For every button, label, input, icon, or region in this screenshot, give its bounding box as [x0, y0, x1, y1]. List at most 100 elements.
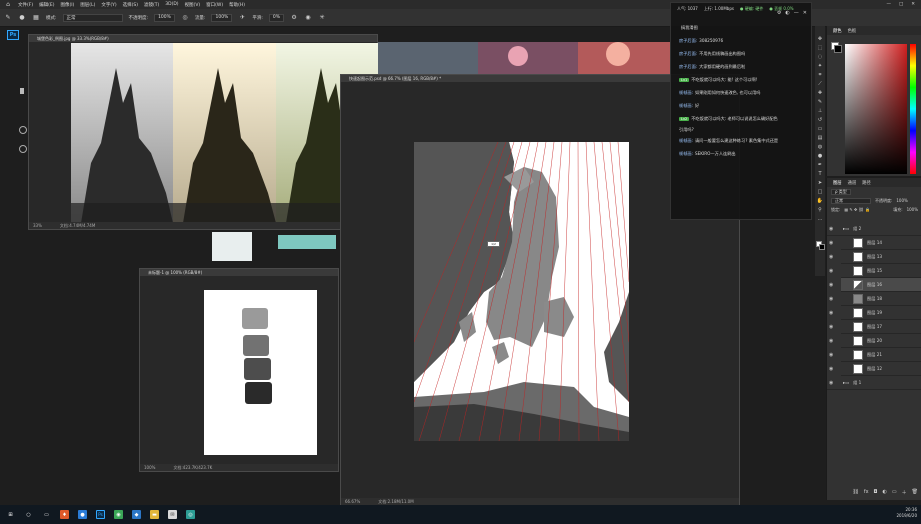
tab-layers[interactable]: 图层 — [833, 180, 842, 186]
flow-field[interactable]: 100% — [211, 13, 233, 22]
layer-row[interactable]: ◉ 图层 19 — [829, 306, 921, 320]
folder-icon[interactable]: ▬ — [150, 510, 159, 519]
tool-circle-icon[interactable] — [19, 126, 27, 134]
app-icon[interactable]: ● — [78, 510, 87, 519]
swatch-canvas[interactable] — [204, 290, 317, 455]
fill-value[interactable]: 100% — [907, 207, 921, 212]
settings-icon[interactable]: ⚙ — [777, 10, 781, 16]
brush-preset-icon[interactable]: ● — [18, 14, 26, 22]
link-layers-icon[interactable]: ⛓ — [852, 489, 858, 496]
blend-mode-select[interactable]: 正常 — [831, 197, 871, 204]
layer-row[interactable]: ◉ 图层 18 — [829, 292, 921, 306]
pressure-opacity-icon[interactable]: ◎ — [181, 14, 189, 22]
layer-row[interactable]: ◉ 图层 21 — [829, 348, 921, 362]
layer-row[interactable]: ◉ 图层 13 — [829, 250, 921, 264]
menu-help[interactable]: 帮助(H) — [229, 2, 245, 8]
app-icon[interactable]: ✉ — [168, 510, 177, 519]
photoshop-home-icon[interactable]: ⌂ — [4, 1, 12, 9]
opacity-field[interactable]: 100% — [154, 13, 175, 22]
menu-image[interactable]: 图像(I) — [60, 2, 74, 8]
app-icon[interactable]: ♦ — [60, 510, 69, 519]
stamp-tool-icon[interactable]: ⊥ — [818, 108, 822, 114]
move-tool-icon[interactable]: ✥ — [818, 36, 822, 42]
hue-slider[interactable] — [910, 44, 916, 174]
reference-document-window[interactable]: 城堡色彩_例图.jpg @ 33.3%(RGB/8#) 33% 文档:4.74M… — [28, 34, 378, 230]
doc-zoom[interactable]: 33% — [33, 223, 42, 228]
adjustment-icon[interactable]: ◐ — [883, 489, 887, 496]
new-layer-icon[interactable]: ＋ — [902, 489, 907, 496]
quick-select-icon[interactable]: ✦ — [818, 63, 822, 69]
menu-filter[interactable]: 滤镜(T) — [144, 2, 159, 8]
visibility-eye-icon[interactable]: ◉ — [829, 310, 833, 316]
menu-view[interactable]: 视图(V) — [185, 2, 201, 8]
system-clock[interactable]: 20:36 2019/6/20 — [896, 507, 917, 519]
healing-brush-icon[interactable]: ✚ — [818, 90, 822, 96]
layer-group-1[interactable]: ◉ ▸▭ 组 1 — [827, 376, 921, 390]
menu-type[interactable]: 文字(Y) — [101, 2, 116, 8]
thumbnail-strip[interactable] — [278, 235, 336, 249]
eraser-icon[interactable]: ▭ — [818, 126, 823, 132]
tab-swatches[interactable]: 色板 — [848, 28, 857, 34]
minimize-icon[interactable]: — — [886, 2, 891, 7]
photoshop-taskbar-icon[interactable]: Ps — [96, 510, 105, 519]
lock-icon[interactable]: ◐ — [785, 10, 789, 16]
layer-row[interactable]: ◉ 图层 15 — [829, 264, 921, 278]
history-brush-icon[interactable]: ↺ — [818, 117, 822, 123]
blur-tool-icon[interactable]: ◍ — [818, 144, 822, 150]
type-tool-icon[interactable]: T — [818, 171, 821, 177]
bg-color-chip[interactable] — [834, 45, 842, 53]
visibility-eye-icon[interactable]: ◉ — [829, 282, 833, 288]
close-icon[interactable]: ✕ — [911, 2, 915, 7]
mode-select[interactable]: 正常 — [62, 13, 123, 22]
new-group-icon[interactable]: ▭ — [892, 489, 897, 496]
eyedropper-icon[interactable]: ⟋ — [818, 81, 822, 87]
mask-icon[interactable]: ◘ — [874, 489, 878, 496]
wechat-icon[interactable]: ◉ — [114, 510, 123, 519]
layer-row[interactable]: ◉ 图层 12 — [829, 362, 921, 376]
brush-settings-icon[interactable]: ▦ — [32, 14, 40, 22]
menu-select[interactable]: 选择(S) — [123, 2, 138, 8]
lock-icons[interactable]: ▦ ✎ ✥ ⛓ 🔒 — [844, 207, 870, 212]
app-icon[interactable]: ◆ — [132, 510, 141, 519]
doc-zoom[interactable]: 100% — [144, 465, 155, 470]
visibility-eye-icon[interactable]: ◉ — [829, 296, 833, 302]
layer-row[interactable]: ◉ 图层 14 — [829, 236, 921, 250]
menu-window[interactable]: 窗口(W) — [206, 2, 223, 8]
background-color-swatch[interactable] — [819, 244, 825, 250]
layer-opacity-value[interactable]: 100% — [896, 198, 907, 203]
layer-kind-filter[interactable]: ρ 类型 — [831, 188, 851, 195]
more-tools-icon[interactable]: … — [818, 216, 823, 222]
smooth-field[interactable]: 0% — [268, 13, 285, 22]
path-select-icon[interactable]: ➤ — [818, 180, 822, 186]
airbrush-icon[interactable]: ✈ — [238, 14, 246, 22]
rectangle-tool-icon[interactable]: □ — [818, 189, 823, 195]
search-icon[interactable]: ○ — [24, 510, 33, 519]
close-icon[interactable]: ✕ — [803, 10, 807, 16]
main-canvas[interactable] — [414, 142, 629, 441]
visibility-eye-icon[interactable]: ◉ — [829, 240, 833, 246]
layer-row-selected[interactable]: ◉ 图层 16 — [829, 278, 921, 292]
symmetry-icon[interactable]: ✳ — [318, 14, 326, 22]
crop-tool-icon[interactable]: ⌗ — [819, 72, 822, 78]
brush-tool-icon[interactable]: ✎ — [818, 99, 822, 105]
pen-tool-icon[interactable]: ✒ — [818, 162, 822, 168]
task-view-icon[interactable]: ▭ — [42, 510, 51, 519]
visibility-eye-icon[interactable]: ◉ — [829, 380, 833, 386]
gradient-tool-icon[interactable]: ▤ — [818, 135, 823, 141]
minimize-icon[interactable]: — — [794, 10, 799, 16]
lasso-tool-icon[interactable]: ◌ — [818, 54, 822, 60]
tab-channels[interactable]: 通道 — [848, 180, 857, 186]
tab-paths[interactable]: 路径 — [862, 180, 871, 186]
marquee-tool-icon[interactable]: ⬚ — [818, 45, 823, 51]
visibility-eye-icon[interactable]: ◉ — [829, 254, 833, 260]
maximize-icon[interactable]: □ — [899, 2, 903, 7]
menu-edit[interactable]: 编辑(E) — [39, 2, 54, 8]
fx-icon[interactable]: fx — [864, 489, 869, 496]
hand-tool-icon[interactable]: ✋ — [817, 198, 823, 204]
color-picker-field[interactable] — [845, 44, 907, 174]
visibility-eye-icon[interactable]: ◉ — [829, 324, 833, 330]
menu-3d[interactable]: 3D(D) — [165, 2, 178, 7]
visibility-eye-icon[interactable]: ◉ — [829, 226, 833, 232]
app-icon[interactable]: ◎ — [186, 510, 195, 519]
visibility-eye-icon[interactable]: ◉ — [829, 352, 833, 358]
